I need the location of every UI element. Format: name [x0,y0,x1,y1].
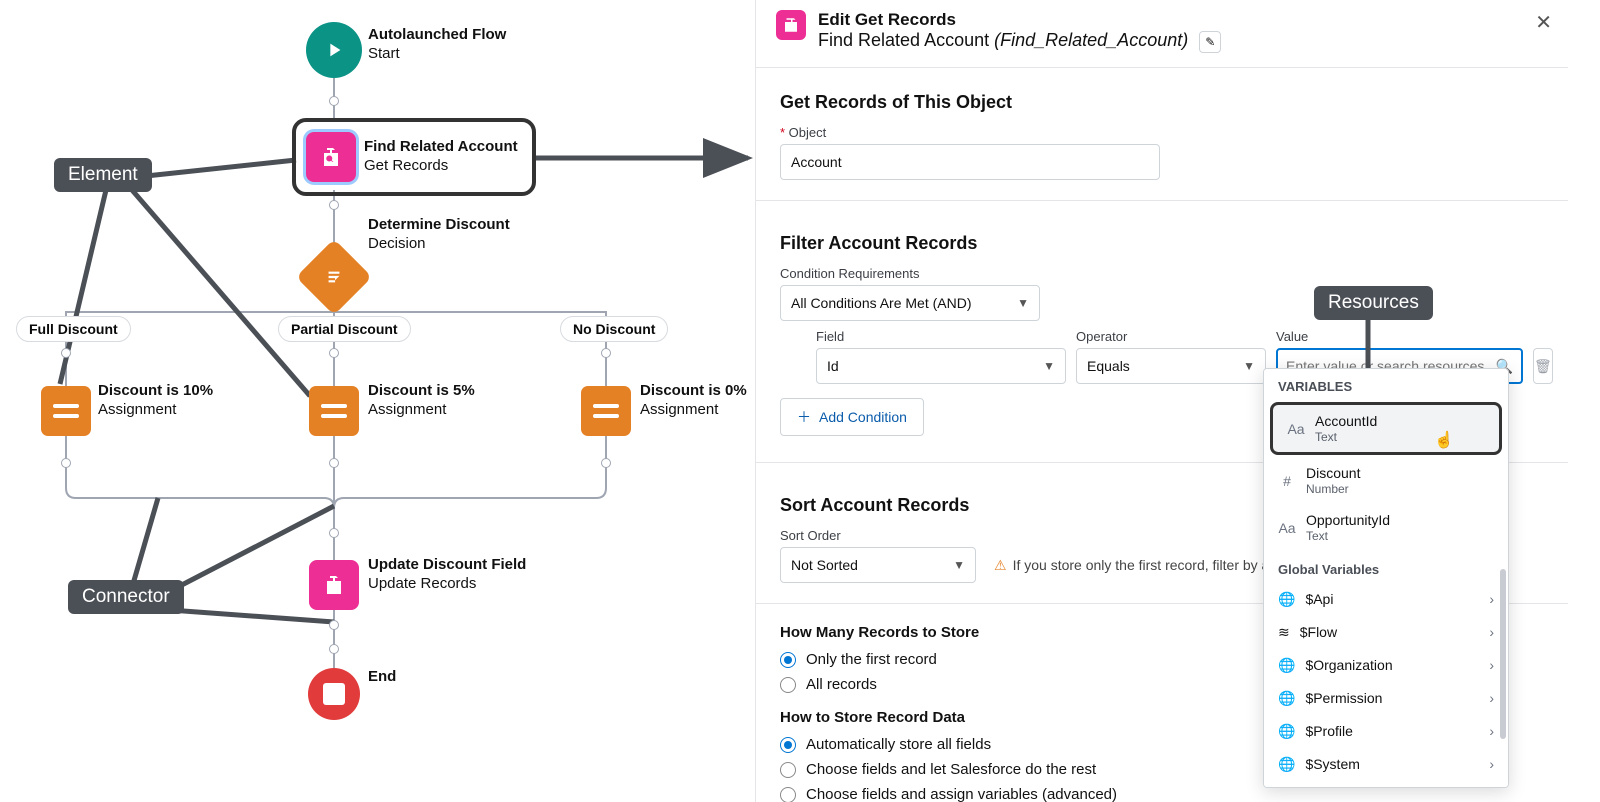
get-records-icon [306,132,356,182]
connector-dot [61,458,71,468]
plus-icon: ＋ [797,407,811,427]
end-node[interactable] [308,668,360,720]
object-label: Object [780,125,1544,140]
connector-dot [329,96,339,106]
section-filter: Filter Account Records [780,233,1544,254]
globe-icon: 🌐 [1278,657,1295,674]
dd-var-discount[interactable]: # DiscountNumber [1264,457,1508,504]
branch-partial[interactable]: Partial Discount [278,316,411,342]
assign-0-node[interactable] [581,386,631,436]
section-object: Get Records of This Object [780,92,1544,113]
scrollbar[interactable] [1500,569,1506,739]
cond-req-select[interactable]: All Conditions Are Met (AND)▼ [780,285,1040,321]
field-label: Field [816,329,1066,344]
resource-dropdown[interactable]: VARIABLES Aa AccountIdText # DiscountNum… [1263,368,1509,788]
add-condition-button[interactable]: ＋Add Condition [780,398,924,436]
field-select[interactable]: Id▼ [816,348,1066,384]
assign-10-label: Discount is 10%Assignment [98,382,213,420]
dd-global-flow[interactable]: ≋$Flow › [1264,616,1508,649]
update-records-label: Update Discount FieldUpdate Records [368,556,526,594]
update-records-node[interactable] [309,560,359,610]
dd-global-system[interactable]: 🌐$System › [1264,748,1508,781]
sort-select[interactable]: Not Sorted▼ [780,547,976,583]
chevron-right-icon: › [1489,624,1494,640]
cond-req-label: Condition Requirements [780,266,1544,281]
start-label: Autolaunched FlowStart [368,26,506,64]
connector-dot [61,348,71,358]
branch-none[interactable]: No Discount [560,316,668,342]
operator-label: Operator [1076,329,1266,344]
decision-label: Determine DiscountDecision [368,216,510,254]
connector-dot [329,458,339,468]
panel-subtitle: Find Related Account (Find_Related_Accou… [818,30,1221,53]
delete-condition-button[interactable]: 🗑 [1533,348,1553,384]
dd-global-api[interactable]: 🌐$Api › [1264,583,1508,616]
assign-5-label: Discount is 5%Assignment [368,382,475,420]
value-label: Value [1276,329,1523,344]
dd-globals-header: Global Variables [1264,552,1508,583]
chevron-right-icon: › [1489,657,1494,673]
dd-variables-header: VARIABLES [1264,369,1508,400]
dd-var-opportunityid[interactable]: Aa OpportunityIdText [1264,504,1508,551]
warning-icon: ⚠ [994,557,1007,574]
globe-icon: 🌐 [1278,591,1295,608]
globe-icon: 🌐 [1278,690,1295,707]
chevron-down-icon: ▼ [1017,296,1029,310]
chevron-down-icon: ▼ [953,558,965,572]
panel-title: Edit Get Records [818,10,1221,30]
callout-connector: Connector [68,580,184,614]
globe-icon: 🌐 [1278,723,1295,740]
chevron-right-icon: › [1489,723,1494,739]
cursor-icon: ☝ [1434,430,1454,450]
chevron-right-icon: › [1489,690,1494,706]
callout-element: Element [54,158,152,192]
connector-dot [601,348,611,358]
start-node[interactable] [306,22,362,78]
chevron-right-icon: › [1489,756,1494,772]
globe-icon: ≋ [1278,624,1290,641]
dd-global-organization[interactable]: 🌐$Organization › [1264,649,1508,682]
connector-dot [329,348,339,358]
connector-dot [329,528,339,538]
assign-10-node[interactable] [41,386,91,436]
close-icon[interactable]: ✕ [1535,10,1552,35]
object-input[interactable]: Account [780,144,1160,180]
chevron-down-icon: ▼ [1243,359,1255,373]
type-icon: Aa [1287,421,1305,437]
connector-dot [601,458,611,468]
dd-global-user[interactable]: 🌐$User › [1264,781,1508,788]
globe-icon: 🌐 [1278,756,1295,773]
edit-name-icon[interactable]: ✎ [1199,31,1221,53]
get-records-label: Find Related AccountGet Records [364,138,518,176]
end-label: End [368,668,396,687]
chevron-down-icon: ▼ [1043,359,1055,373]
dd-var-accountid[interactable]: Aa AccountIdText [1270,402,1502,455]
assign-0-label: Discount is 0%Assignment [640,382,747,420]
type-icon: # [1278,473,1296,489]
connector-dot [329,644,339,654]
type-icon: Aa [1278,520,1296,536]
decision-node[interactable] [296,239,372,315]
flow-canvas[interactable]: Element Connector Autolaunched FlowStart… [0,0,756,802]
operator-select[interactable]: Equals▼ [1076,348,1266,384]
callout-resources: Resources [1314,286,1433,320]
chevron-right-icon: › [1489,591,1494,607]
connector-dot [329,200,339,210]
sort-warning: ⚠If you store only the first record, fil… [994,557,1281,574]
connector-dot [329,620,339,630]
dd-global-permission[interactable]: 🌐$Permission › [1264,682,1508,715]
branch-full[interactable]: Full Discount [16,316,131,342]
dd-global-profile[interactable]: 🌐$Profile › [1264,715,1508,748]
assign-5-node[interactable] [309,386,359,436]
get-records-node[interactable]: Find Related AccountGet Records [292,118,536,196]
get-records-icon [776,10,806,40]
